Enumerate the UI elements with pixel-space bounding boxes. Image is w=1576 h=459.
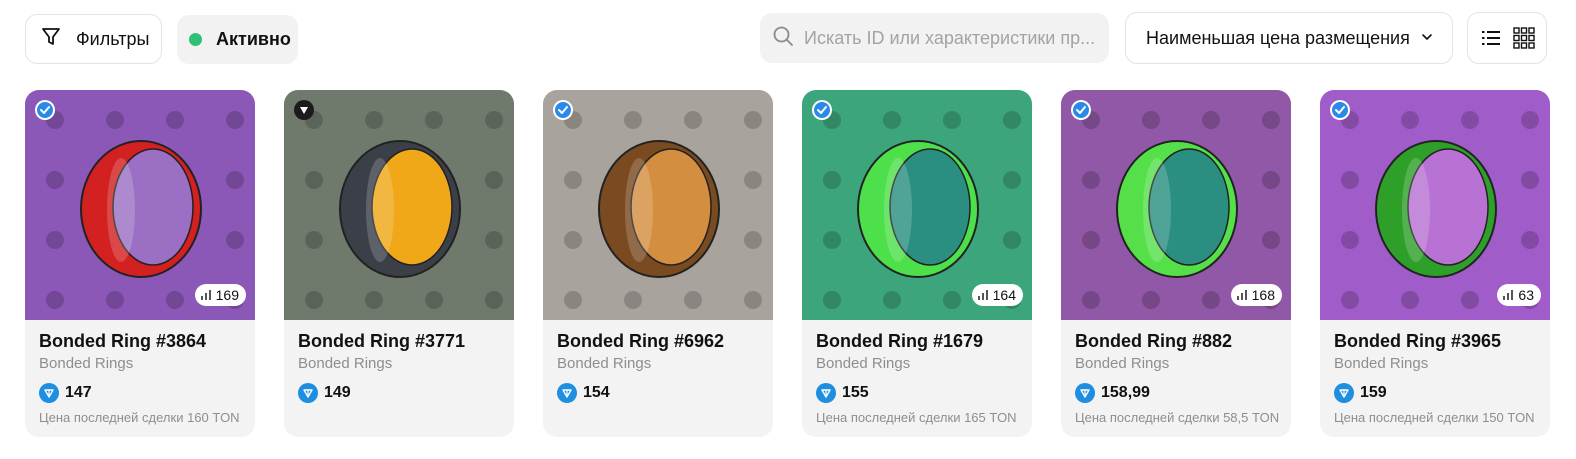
collection-name: Bonded Rings bbox=[816, 355, 911, 372]
collection-name: Bonded Rings bbox=[298, 355, 393, 372]
search-box bbox=[760, 13, 1109, 63]
price-value: 154 bbox=[583, 384, 610, 401]
rank-value: 164 bbox=[992, 287, 1016, 303]
price-value: 155 bbox=[842, 384, 869, 401]
nft-image bbox=[284, 90, 514, 320]
price: 159 bbox=[1334, 383, 1387, 403]
ton-icon bbox=[557, 383, 577, 403]
dark-arrow-icon bbox=[294, 100, 314, 120]
ring-illustration bbox=[305, 111, 503, 309]
search-icon bbox=[772, 25, 794, 52]
toolbar: Фильтры Активно Наименьшая цена размещен… bbox=[0, 0, 1576, 76]
rank-badge: 168 bbox=[1230, 284, 1282, 306]
nft-card[interactable]: 168 Bonded Ring #882 Bonded Rings 158,99… bbox=[1061, 90, 1291, 437]
ton-icon bbox=[1075, 383, 1095, 403]
ton-icon bbox=[1334, 383, 1354, 403]
nft-title: Bonded Ring #6962 bbox=[557, 331, 725, 351]
bar-chart-icon bbox=[1236, 287, 1249, 303]
blue-check-icon bbox=[812, 100, 832, 120]
nft-card[interactable]: 164 Bonded Ring #1679 Bonded Rings 155 Ц… bbox=[802, 90, 1032, 437]
last-sale-price: Цена последней сделки 165 TON bbox=[816, 410, 1017, 425]
sort-dropdown[interactable]: Наименьшая цена размещения bbox=[1125, 12, 1453, 64]
nft-title: Bonded Ring #882 bbox=[1075, 331, 1233, 351]
blue-check-icon bbox=[1330, 100, 1350, 120]
collection-name: Bonded Rings bbox=[1075, 355, 1170, 372]
active-label: Активно bbox=[216, 29, 291, 49]
ton-icon bbox=[39, 383, 59, 403]
price: 149 bbox=[298, 383, 351, 403]
blue-check-icon bbox=[35, 100, 55, 120]
nft-card[interactable]: Bonded Ring #6962 Bonded Rings 154 bbox=[543, 90, 773, 437]
nft-image: 164 bbox=[802, 90, 1032, 320]
grid-view-icon[interactable] bbox=[1510, 24, 1538, 52]
bar-chart-icon bbox=[200, 287, 213, 303]
rank-badge: 164 bbox=[971, 284, 1023, 306]
nft-title: Bonded Ring #1679 bbox=[816, 331, 984, 351]
last-sale-price: Цена последней сделки 150 TON bbox=[1334, 410, 1535, 425]
price-value: 159 bbox=[1360, 384, 1387, 401]
price: 154 bbox=[557, 383, 610, 403]
view-toggle bbox=[1467, 12, 1547, 64]
price: 155 bbox=[816, 383, 869, 403]
rank-badge: 63 bbox=[1497, 284, 1541, 306]
last-sale-price: Цена последней сделки 58,5 TON bbox=[1075, 410, 1280, 425]
rank-badge: 169 bbox=[194, 284, 246, 306]
last-sale-price: Цена последней сделки 160 TON bbox=[39, 410, 240, 425]
filters-label: Фильтры bbox=[76, 28, 150, 49]
price-value: 158,99 bbox=[1101, 384, 1150, 401]
rank-value: 168 bbox=[1251, 287, 1275, 303]
price-value: 147 bbox=[65, 384, 92, 401]
bar-chart-icon bbox=[1503, 287, 1515, 303]
nft-title: Bonded Ring #3965 bbox=[1334, 331, 1502, 351]
sort-label: Наименьшая цена размещения bbox=[1146, 27, 1410, 48]
rank-value: 63 bbox=[1518, 287, 1534, 303]
blue-check-icon bbox=[1071, 100, 1091, 120]
search-input[interactable] bbox=[804, 27, 1094, 49]
price-value: 149 bbox=[324, 384, 351, 401]
chevron-down-icon bbox=[1420, 28, 1434, 49]
nft-card[interactable]: 63 Bonded Ring #3965 Bonded Rings 159 Це… bbox=[1320, 90, 1550, 437]
collection-name: Bonded Rings bbox=[39, 355, 134, 372]
nft-title: Bonded Ring #3771 bbox=[298, 331, 466, 351]
nft-title: Bonded Ring #3864 bbox=[39, 331, 207, 351]
bar-chart-icon bbox=[977, 287, 990, 303]
card-grid: 169 Bonded Ring #3864 Bonded Rings 147 Ц… bbox=[25, 90, 1550, 438]
filter-icon bbox=[40, 26, 62, 53]
collection-name: Bonded Rings bbox=[557, 355, 652, 372]
active-filter-button[interactable]: Активно bbox=[177, 15, 298, 64]
ton-icon bbox=[816, 383, 836, 403]
price: 147 bbox=[39, 383, 92, 403]
filters-button[interactable]: Фильтры bbox=[25, 14, 162, 64]
nft-image: 168 bbox=[1061, 90, 1291, 320]
active-status-dot bbox=[189, 33, 202, 46]
nft-image: 169 bbox=[25, 90, 255, 320]
nft-image: 63 bbox=[1320, 90, 1550, 320]
ton-icon bbox=[298, 383, 318, 403]
rank-value: 169 bbox=[215, 287, 239, 303]
blue-check-icon bbox=[553, 100, 573, 120]
nft-image bbox=[543, 90, 773, 320]
ring-illustration bbox=[564, 111, 762, 309]
collection-name: Bonded Rings bbox=[1334, 355, 1429, 372]
nft-card[interactable]: 169 Bonded Ring #3864 Bonded Rings 147 Ц… bbox=[25, 90, 255, 437]
list-view-icon[interactable] bbox=[1477, 24, 1505, 52]
nft-card[interactable]: Bonded Ring #3771 Bonded Rings 149 bbox=[284, 90, 514, 437]
price: 158,99 bbox=[1075, 383, 1150, 403]
